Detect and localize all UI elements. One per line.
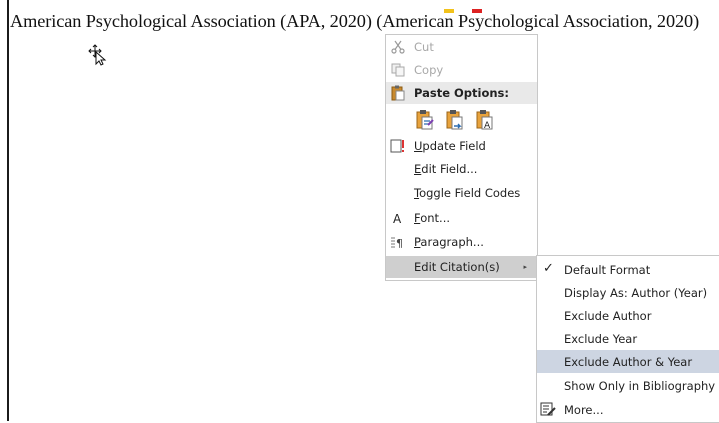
svg-text:¶: ¶ <box>396 237 403 249</box>
edit-field-label: Edit Field... <box>414 162 478 176</box>
toolbar-strip-fragment <box>430 0 510 13</box>
menu-item-cut[interactable]: Cut <box>386 36 537 58</box>
copy-label: Copy <box>414 63 444 77</box>
toggle-field-codes-label: Toggle Field Codes <box>414 186 521 200</box>
submenu-item-more[interactable]: More... <box>537 398 719 421</box>
font-label: Font... <box>414 211 451 225</box>
paste-keep-source-formatting-icon[interactable] <box>414 108 436 132</box>
menu-item-update-field[interactable]: Update Field <box>386 135 537 157</box>
font-icon: A <box>390 210 406 226</box>
menu-item-edit-field[interactable]: Edit Field... <box>386 158 537 180</box>
menu-item-copy[interactable]: Copy <box>386 59 537 81</box>
paste-options-header: Paste Options: <box>386 82 537 104</box>
paste-options-buttons: A <box>414 106 496 134</box>
submenu-item-show-only-in-bibliography[interactable]: Show Only in Bibliography <box>537 374 719 397</box>
checkmark-icon: ✓ <box>543 261 554 276</box>
scissors-icon <box>390 39 406 55</box>
paste-merge-formatting-icon[interactable] <box>444 108 466 132</box>
citation-text[interactable]: American Psychological Association (APA,… <box>10 11 382 31</box>
display-as-author-year-label: Display As: Author (Year) <box>564 285 708 300</box>
paste-options-label: Paste Options: <box>414 86 510 100</box>
menu-item-paragraph[interactable]: ¶ Paragraph... <box>386 231 537 253</box>
document-left-edge <box>7 0 9 421</box>
update-field-icon <box>390 138 406 154</box>
exclude-year-label: Exclude Year <box>564 331 638 346</box>
submenu-arrow-icon: ▸ <box>523 263 527 271</box>
default-format-label: Default Format <box>564 262 651 277</box>
copy-icon <box>390 62 406 78</box>
paragraph-icon: ¶ <box>390 234 406 250</box>
more-label: More... <box>564 402 604 417</box>
edit-citation-submenu: ✓ Default Format Display As: Author (Yea… <box>536 255 719 423</box>
cut-label: Cut <box>414 40 434 54</box>
context-menu: Cut Copy Paste Options: A Update Field E… <box>385 34 538 281</box>
menu-item-font[interactable]: A Font... <box>386 207 537 229</box>
update-field-label: Update Field <box>414 139 486 153</box>
submenu-item-display-as-author-year[interactable]: Display As: Author (Year) <box>537 281 719 304</box>
show-only-in-bibliography-label: Show Only in Bibliography <box>564 378 716 393</box>
exclude-author-year-label: Exclude Author & Year <box>564 354 693 369</box>
svg-text:A: A <box>484 121 491 131</box>
submenu-item-exclude-author[interactable]: Exclude Author <box>537 304 719 327</box>
citation-field-text[interactable]: American Psychological Association, 2020… <box>382 11 699 31</box>
submenu-item-default-format[interactable]: ✓ Default Format <box>537 258 719 281</box>
exclude-author-label: Exclude Author <box>564 308 652 323</box>
move-cursor-icon <box>88 44 108 66</box>
paragraph-label: Paragraph... <box>414 235 484 249</box>
paste-icon <box>390 85 406 101</box>
submenu-item-exclude-author-year[interactable]: Exclude Author & Year <box>537 350 719 373</box>
submenu-item-exclude-year[interactable]: Exclude Year <box>537 327 719 350</box>
svg-text:A: A <box>393 212 402 225</box>
edit-citations-label: Edit Citation(s) <box>414 260 500 274</box>
menu-item-edit-citations[interactable]: Edit Citation(s) ▸ <box>386 256 537 278</box>
paste-keep-text-only-icon[interactable]: A <box>474 108 496 132</box>
edit-citation-icon <box>540 401 556 417</box>
menu-item-toggle-field-codes[interactable]: Toggle Field Codes <box>386 182 537 204</box>
document-text-line[interactable]: American Psychological Association (APA,… <box>10 11 699 32</box>
